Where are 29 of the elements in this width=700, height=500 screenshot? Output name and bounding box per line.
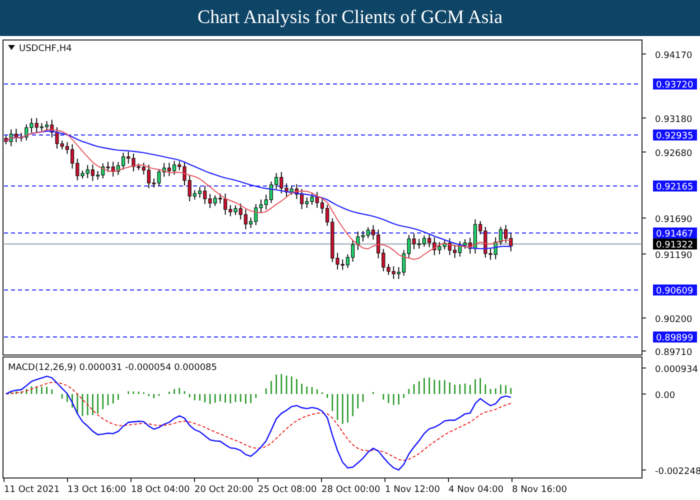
price-level-tag: 0.91467 bbox=[653, 228, 697, 240]
time-axis-label: 13 Oct 16:00 bbox=[68, 485, 126, 495]
price-level-tag: 0.90609 bbox=[653, 284, 697, 296]
price-scale-label: 0.92680 bbox=[655, 149, 692, 159]
time-axis-label: 18 Oct 04:00 bbox=[131, 485, 190, 495]
time-axis-label: 8 Nov 16:00 bbox=[512, 485, 567, 495]
time-axis-label: 1 Nov 12:00 bbox=[385, 485, 440, 495]
price-scale-label: 0.93180 bbox=[655, 115, 692, 125]
macd-scale-label: 0.000934 bbox=[655, 365, 698, 375]
time-axis-label: 25 Oct 08:00 bbox=[258, 485, 317, 495]
time-axis-label: 11 Oct 2021 bbox=[4, 485, 60, 495]
dropdown-triangle-icon[interactable] bbox=[8, 45, 15, 50]
symbol-label: USDCHF,H4 bbox=[19, 44, 72, 54]
price-scale-label: 0.94170 bbox=[655, 51, 692, 61]
macd-label: MACD(12,26,9) 0.000031 -0.000054 0.000085 bbox=[8, 363, 218, 373]
price-level-tag: 0.89899 bbox=[653, 332, 697, 344]
time-axis-label: 20 Oct 20:00 bbox=[194, 485, 254, 495]
price-scale-label: 0.90200 bbox=[655, 315, 692, 325]
price-level-tag: 0.92165 bbox=[653, 180, 697, 192]
price-level-tag: 0.93720 bbox=[653, 78, 697, 90]
title-banner: Chart Analysis for Clients of GCM Asia bbox=[0, 0, 700, 36]
current-price-tag: 0.91322 bbox=[653, 238, 697, 250]
time-axis-label: 4 Nov 04:00 bbox=[448, 485, 504, 495]
price-scale-label: 0.89710 bbox=[655, 348, 692, 358]
price-scale-label: 0.91190 bbox=[655, 251, 692, 261]
time-axis-label: 28 Oct 00:00 bbox=[322, 485, 380, 495]
price-scale-label: 0.91690 bbox=[655, 215, 692, 225]
price-level-tag: 0.92935 bbox=[653, 130, 697, 142]
macd-scale-label: 0.00 bbox=[655, 391, 676, 401]
